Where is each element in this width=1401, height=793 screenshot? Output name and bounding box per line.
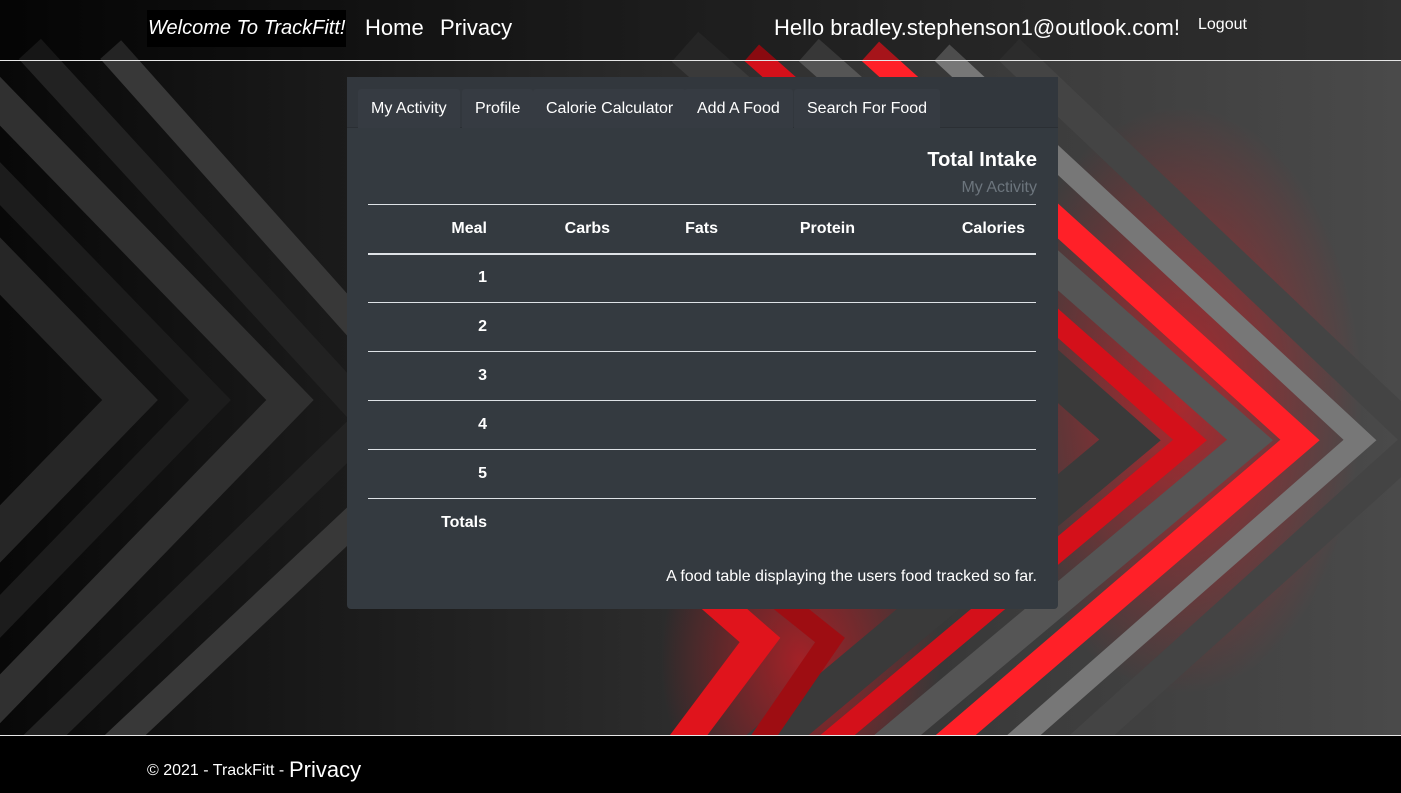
nav-home-link[interactable]: Home xyxy=(365,14,424,42)
meal-cell: 3 xyxy=(368,351,498,401)
meal-cell: 5 xyxy=(368,449,498,499)
nav-privacy-link[interactable]: Privacy xyxy=(440,14,512,42)
brand-link[interactable]: Welcome To TrackFitt! xyxy=(147,10,347,47)
tab-search-food[interactable]: Search For Food xyxy=(794,89,941,128)
table-row: 5 xyxy=(368,449,1036,499)
copyright-text: © 2021 - TrackFitt - xyxy=(147,762,285,779)
user-greeting-link[interactable]: Hello bradley.stephenson1@outlook.com! xyxy=(774,14,1180,42)
activity-card: My Activity Profile Calorie Calculator A… xyxy=(347,77,1058,609)
card-title: Total Intake xyxy=(927,149,1037,171)
table-header-row: Meal Carbs Fats Protein Calories xyxy=(368,204,1036,255)
footer-privacy-link[interactable]: Privacy xyxy=(289,756,361,784)
totals-cell: Totals xyxy=(368,498,498,548)
meal-cell: 4 xyxy=(368,400,498,450)
tab-add-food[interactable]: Add A Food xyxy=(684,89,793,128)
table-row: 3 xyxy=(368,351,1036,401)
column-header-fats: Fats xyxy=(621,204,729,255)
food-table: Meal Carbs Fats Protein Calories 1 2 3 4… xyxy=(368,204,1036,548)
tab-profile[interactable]: Profile xyxy=(462,89,534,128)
column-header-protein: Protein xyxy=(729,204,866,255)
tab-calorie-calculator[interactable]: Calorie Calculator xyxy=(533,89,687,128)
logout-button[interactable]: Logout xyxy=(1198,14,1247,36)
totals-row: Totals xyxy=(368,498,1036,548)
column-header-carbs: Carbs xyxy=(498,204,621,255)
meal-cell: 2 xyxy=(368,302,498,352)
table-caption: A food table displaying the users food t… xyxy=(666,568,1037,585)
tab-my-activity[interactable]: My Activity xyxy=(358,89,460,128)
page-footer: © 2021 - TrackFitt - Privacy xyxy=(0,735,1401,793)
column-header-meal: Meal xyxy=(368,204,498,255)
meal-cell: 1 xyxy=(478,269,487,287)
tab-bar: My Activity Profile Calorie Calculator A… xyxy=(347,77,1058,128)
table-row: 1 xyxy=(368,254,1036,303)
table-row: 4 xyxy=(368,400,1036,450)
card-subtitle: My Activity xyxy=(961,179,1037,196)
top-navbar: Welcome To TrackFitt! Home Privacy Hello… xyxy=(0,0,1401,61)
table-row: 2 xyxy=(368,302,1036,352)
column-header-calories: Calories xyxy=(866,204,1036,255)
